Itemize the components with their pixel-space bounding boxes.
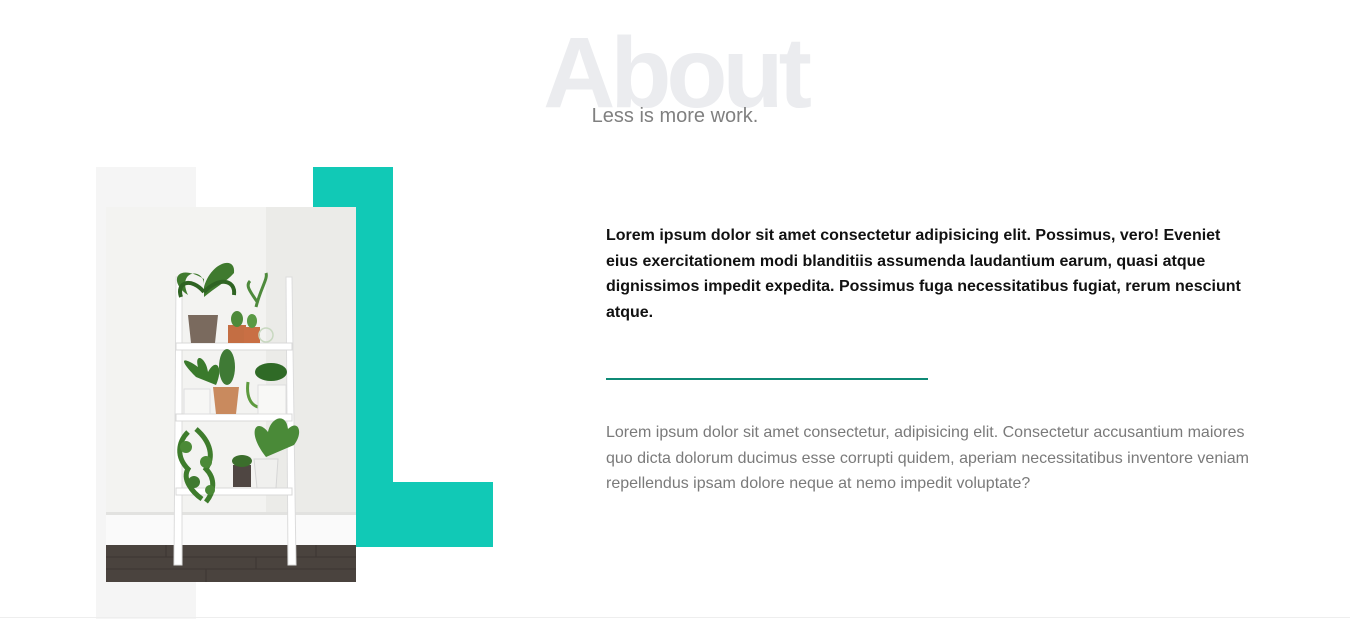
lead-paragraph: Lorem ipsum dolor sit amet consectetur a… [606, 227, 1241, 321]
decorative-teal-block [356, 482, 493, 547]
section-bottom-border [0, 617, 1350, 618]
section-divider [606, 378, 928, 380]
plant-shelf-image [106, 207, 356, 582]
about-text-column: Lorem ipsum dolor sit amet consectetur a… [606, 223, 1256, 325]
section-subtitle: Less is more work. [591, 105, 759, 127]
body-paragraph: Lorem ipsum dolor sit amet consectetur, … [606, 424, 1249, 493]
about-section: About Less is more work. Lorem ipsum dol… [0, 0, 1350, 619]
